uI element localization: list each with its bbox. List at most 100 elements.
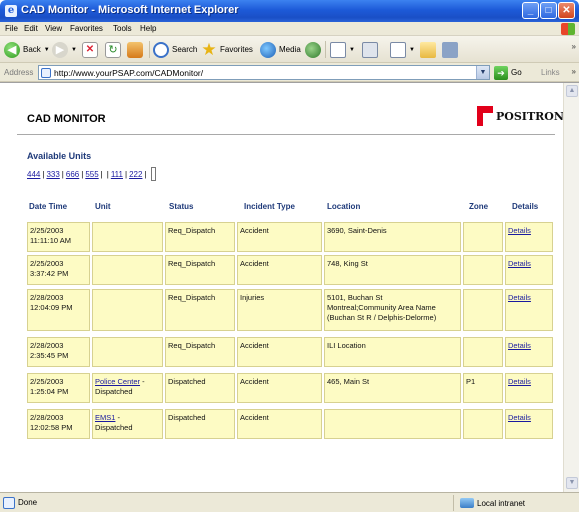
menu-file[interactable]: File: [5, 24, 18, 33]
menu-help[interactable]: Help: [140, 24, 156, 33]
positron-logo-mark-icon: [477, 106, 493, 126]
favorites-star-icon: ★: [201, 39, 217, 59]
unit-link[interactable]: Police Center: [95, 377, 140, 386]
unit-dash: -: [140, 377, 145, 386]
positron-logo-text: POSITRON: [496, 109, 564, 123]
history-button[interactable]: [305, 40, 321, 59]
favorites-button[interactable]: ★ Favorites: [201, 40, 253, 59]
cell-zone: [463, 409, 503, 439]
forward-button[interactable]: ▶ ▼: [52, 40, 77, 59]
date-text: 2/25/2003: [30, 377, 64, 386]
media-icon: [260, 41, 276, 58]
folder-icon: [420, 41, 436, 58]
toolbar: ◀ Back ▼ ▶ ▼ ✕ ↻ Search ★ Favorites Medi…: [0, 36, 579, 63]
mail-dropdown-icon: ▼: [349, 46, 355, 53]
back-label: Back: [23, 45, 41, 54]
cell-date-time: 2/28/2003 12:02:58 PM: [27, 409, 90, 439]
unit-link[interactable]: 555: [85, 170, 98, 179]
zone-label: Local intranet: [477, 498, 526, 508]
cell-unit: [92, 255, 163, 285]
page-title: CAD MONITOR: [27, 113, 106, 125]
details-link[interactable]: Details: [508, 341, 531, 350]
menu-favorites[interactable]: Favorites: [70, 24, 103, 33]
address-dropdown-icon[interactable]: ▼: [476, 66, 489, 79]
media-button[interactable]: Media: [260, 40, 301, 59]
cell-unit: [92, 289, 163, 331]
search-icon: [153, 41, 169, 58]
scroll-up-icon[interactable]: ▲: [566, 85, 578, 97]
menu-tools[interactable]: Tools: [113, 24, 132, 33]
unit-status-text: Dispatched: [95, 387, 133, 396]
links-label[interactable]: Links: [541, 68, 560, 77]
refresh-button[interactable]: ↻: [105, 40, 121, 59]
address-input[interactable]: http://www.yourPSAP.com/CADMonitor/ ▼: [38, 65, 490, 80]
edit-button[interactable]: ▼: [390, 40, 415, 59]
stop-button[interactable]: ✕: [82, 40, 98, 59]
cell-details: Details: [505, 255, 553, 285]
details-link[interactable]: Details: [508, 413, 531, 422]
toolbar-separator: [325, 41, 326, 58]
details-link[interactable]: Details: [508, 293, 531, 302]
cell-incident-type: Injuries: [237, 289, 322, 331]
address-url[interactable]: http://www.yourPSAP.com/CADMonitor/: [54, 68, 203, 78]
location-line: ILI Location: [327, 341, 366, 350]
cell-details: Details: [505, 289, 553, 331]
mail-icon: [330, 41, 346, 58]
time-text: 11:11:10 AM: [30, 236, 72, 245]
col-header-unit: Unit: [95, 202, 111, 211]
menu-edit[interactable]: Edit: [24, 24, 38, 33]
windows-logo-icon: [561, 23, 575, 35]
details-link[interactable]: Details: [508, 377, 531, 386]
cell-status: Dispatched: [165, 373, 235, 403]
col-header-zone: Zone: [469, 202, 489, 211]
title-bar: e CAD Monitor - Microsoft Internet Explo…: [0, 0, 579, 22]
unit-link[interactable]: EMS1: [95, 413, 115, 422]
details-link[interactable]: Details: [508, 226, 531, 235]
address-bar: Address http://www.yourPSAP.com/CADMonit…: [0, 63, 579, 82]
unit-link[interactable]: 222: [129, 170, 142, 179]
address-label: Address: [4, 68, 34, 77]
back-button[interactable]: ◀ Back ▼: [4, 40, 50, 59]
location-line: Montreal;Community Area Name: [327, 303, 436, 312]
cell-zone: [463, 255, 503, 285]
unit-link[interactable]: 444: [27, 170, 40, 179]
toolbar-chevron-icon[interactable]: »: [572, 42, 576, 51]
details-link[interactable]: Details: [508, 259, 531, 268]
unit-link[interactable]: 333: [46, 170, 59, 179]
cell-incident-type: Accident: [237, 337, 322, 367]
minimize-button[interactable]: _: [522, 2, 539, 19]
page-done-icon: [3, 497, 15, 509]
go-button[interactable]: ➔ Go: [494, 65, 522, 80]
vertical-scrollbar[interactable]: ▲ ▼: [563, 83, 579, 492]
location-line: 5101, Buchan St: [327, 293, 383, 302]
unit-separator: |: [61, 169, 64, 179]
time-text: 12:04:09 PM: [30, 303, 73, 312]
date-text: 2/25/2003: [30, 226, 64, 235]
links-chevron-icon[interactable]: »: [572, 67, 576, 76]
search-button[interactable]: Search: [153, 40, 197, 59]
forward-arrow-icon: ▶: [52, 41, 68, 58]
messenger-button[interactable]: [442, 40, 458, 59]
folder-button[interactable]: [420, 40, 436, 59]
home-button[interactable]: [127, 40, 143, 59]
cell-unit: EMS1 - Dispatched: [92, 409, 163, 439]
cell-date-time: 2/28/2003 2:35:45 PM: [27, 337, 90, 367]
col-header-status: Status: [169, 202, 194, 211]
unit-status-text: Dispatched: [95, 423, 133, 432]
ie-icon: e: [5, 5, 17, 17]
close-button[interactable]: ✕: [558, 2, 575, 19]
unit-separator: |: [100, 169, 103, 179]
time-text: 3:37:42 PM: [30, 269, 69, 278]
unit-link[interactable]: 666: [66, 170, 79, 179]
maximize-button[interactable]: □: [540, 2, 557, 19]
menu-view[interactable]: View: [45, 24, 62, 33]
print-button[interactable]: [362, 40, 378, 59]
cell-zone: [463, 337, 503, 367]
cell-status: Req_Dispatch: [165, 255, 235, 285]
history-icon: [305, 41, 321, 58]
unit-separator: |: [144, 169, 147, 179]
cell-incident-type: Accident: [237, 255, 322, 285]
unit-link[interactable]: 111: [111, 170, 123, 179]
mail-button[interactable]: ▼: [330, 40, 355, 59]
scroll-down-icon[interactable]: ▼: [566, 477, 578, 489]
